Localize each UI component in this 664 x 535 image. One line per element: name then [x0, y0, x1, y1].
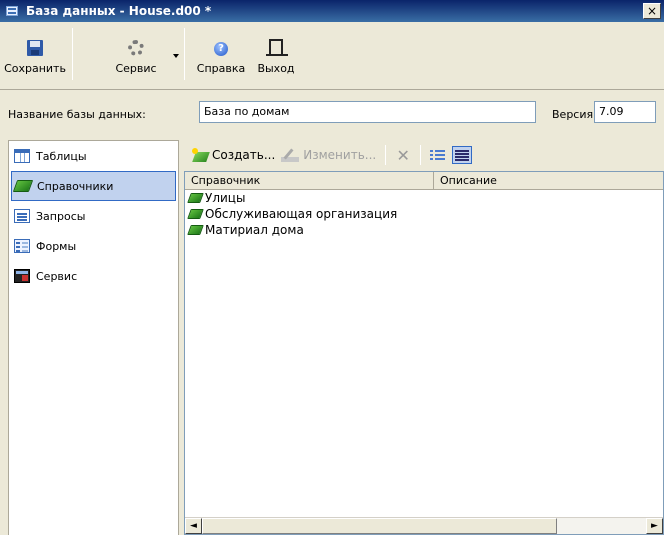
toolbar-separator — [184, 28, 185, 80]
service-icon — [14, 269, 30, 283]
sidebar-item-label: Сервис — [36, 269, 78, 283]
create-button[interactable]: Создать... — [189, 143, 278, 167]
pane-toolbar: Создать... Изменить... ✕ — [184, 140, 664, 170]
list-view-icon — [430, 148, 446, 162]
sidebar-item-queries[interactable]: Запросы — [9, 201, 178, 231]
scroll-thumb[interactable] — [202, 518, 557, 534]
window-title: База данных - House.d00 * — [26, 4, 212, 18]
help-button[interactable]: ? Справка — [190, 26, 252, 82]
database-icon — [6, 4, 22, 18]
toolbar-separator — [385, 145, 387, 165]
query-icon — [14, 209, 30, 223]
content-pane: Создать... Изменить... ✕ Справочник Опис… — [184, 140, 664, 535]
list-item[interactable]: Обслуживающая организация — [185, 206, 663, 222]
details-view-icon — [452, 146, 473, 164]
list-item-name: Улицы — [205, 191, 246, 205]
edit-icon — [281, 148, 300, 162]
book-icon — [187, 225, 204, 235]
toolbar-separator — [420, 145, 422, 165]
book-icon — [187, 193, 204, 203]
form-icon — [14, 239, 30, 253]
close-button[interactable]: × — [643, 3, 661, 19]
save-button[interactable]: Сохранить — [2, 26, 68, 82]
edit-button-label: Изменить... — [303, 148, 377, 162]
exit-button-label: Выход — [257, 62, 295, 75]
scroll-right-button[interactable]: ► — [646, 518, 663, 534]
service-button[interactable]: Сервис — [108, 26, 164, 82]
book-icon — [12, 180, 34, 192]
database-info-bar: Название базы данных: База по домам Верс… — [0, 91, 664, 139]
sidebar-item-label: Формы — [36, 239, 77, 253]
main-toolbar: Сохранить Сервис ? Справка Выход — [0, 22, 664, 90]
scroll-left-button[interactable]: ◄ — [185, 518, 202, 534]
book-icon — [187, 209, 204, 219]
service-button-label: Сервис — [115, 62, 157, 75]
service-dropdown-arrow-icon[interactable] — [173, 54, 179, 58]
directory-list: Справочник Описание Улицы Обслуживающая … — [184, 171, 664, 535]
list-header: Справочник Описание — [185, 172, 663, 190]
list-item[interactable]: Улицы — [185, 190, 663, 206]
sidebar-item-tables[interactable]: Таблицы — [9, 141, 178, 171]
sidebar-item-label: Справочники — [37, 179, 114, 193]
list-view-button[interactable] — [427, 143, 449, 167]
horizontal-scrollbar[interactable]: ◄ ► — [185, 517, 663, 534]
sidebar: Таблицы Справочники Запросы Формы Сервис — [8, 140, 179, 535]
list-item[interactable]: Матириал дома — [185, 222, 663, 238]
column-header-directory[interactable]: Справочник — [185, 172, 434, 190]
sidebar-item-directories[interactable]: Справочники — [11, 171, 176, 201]
table-icon — [14, 149, 30, 163]
gear-icon — [128, 40, 144, 56]
help-icon: ? — [214, 42, 228, 56]
save-button-label: Сохранить — [4, 62, 66, 75]
sidebar-item-label: Запросы — [36, 209, 86, 223]
details-view-button[interactable] — [449, 143, 475, 167]
delete-button[interactable]: ✕ — [392, 143, 414, 167]
exit-button[interactable]: Выход — [252, 26, 300, 82]
delete-icon: ✕ — [396, 145, 410, 165]
list-item-name: Обслуживающая организация — [205, 207, 398, 221]
floppy-disk-icon — [27, 40, 43, 56]
create-button-label: Создать... — [212, 148, 276, 162]
sidebar-item-forms[interactable]: Формы — [9, 231, 178, 261]
create-icon — [192, 148, 208, 162]
exit-door-icon — [266, 39, 288, 56]
version-label: Версия: — [552, 108, 597, 121]
sidebar-item-label: Таблицы — [36, 149, 87, 163]
database-name-label: Название базы данных: — [8, 108, 146, 121]
edit-button[interactable]: Изменить... — [278, 143, 379, 167]
sidebar-item-service[interactable]: Сервис — [9, 261, 178, 291]
toolbar-separator — [72, 28, 73, 80]
column-header-description[interactable]: Описание — [434, 172, 663, 190]
help-button-label: Справка — [196, 62, 246, 75]
title-bar: База данных - House.d00 * × — [0, 0, 664, 22]
database-name-field[interactable]: База по домам — [199, 101, 536, 123]
list-item-name: Матириал дома — [205, 223, 304, 237]
version-field: 7.09 — [594, 101, 656, 123]
